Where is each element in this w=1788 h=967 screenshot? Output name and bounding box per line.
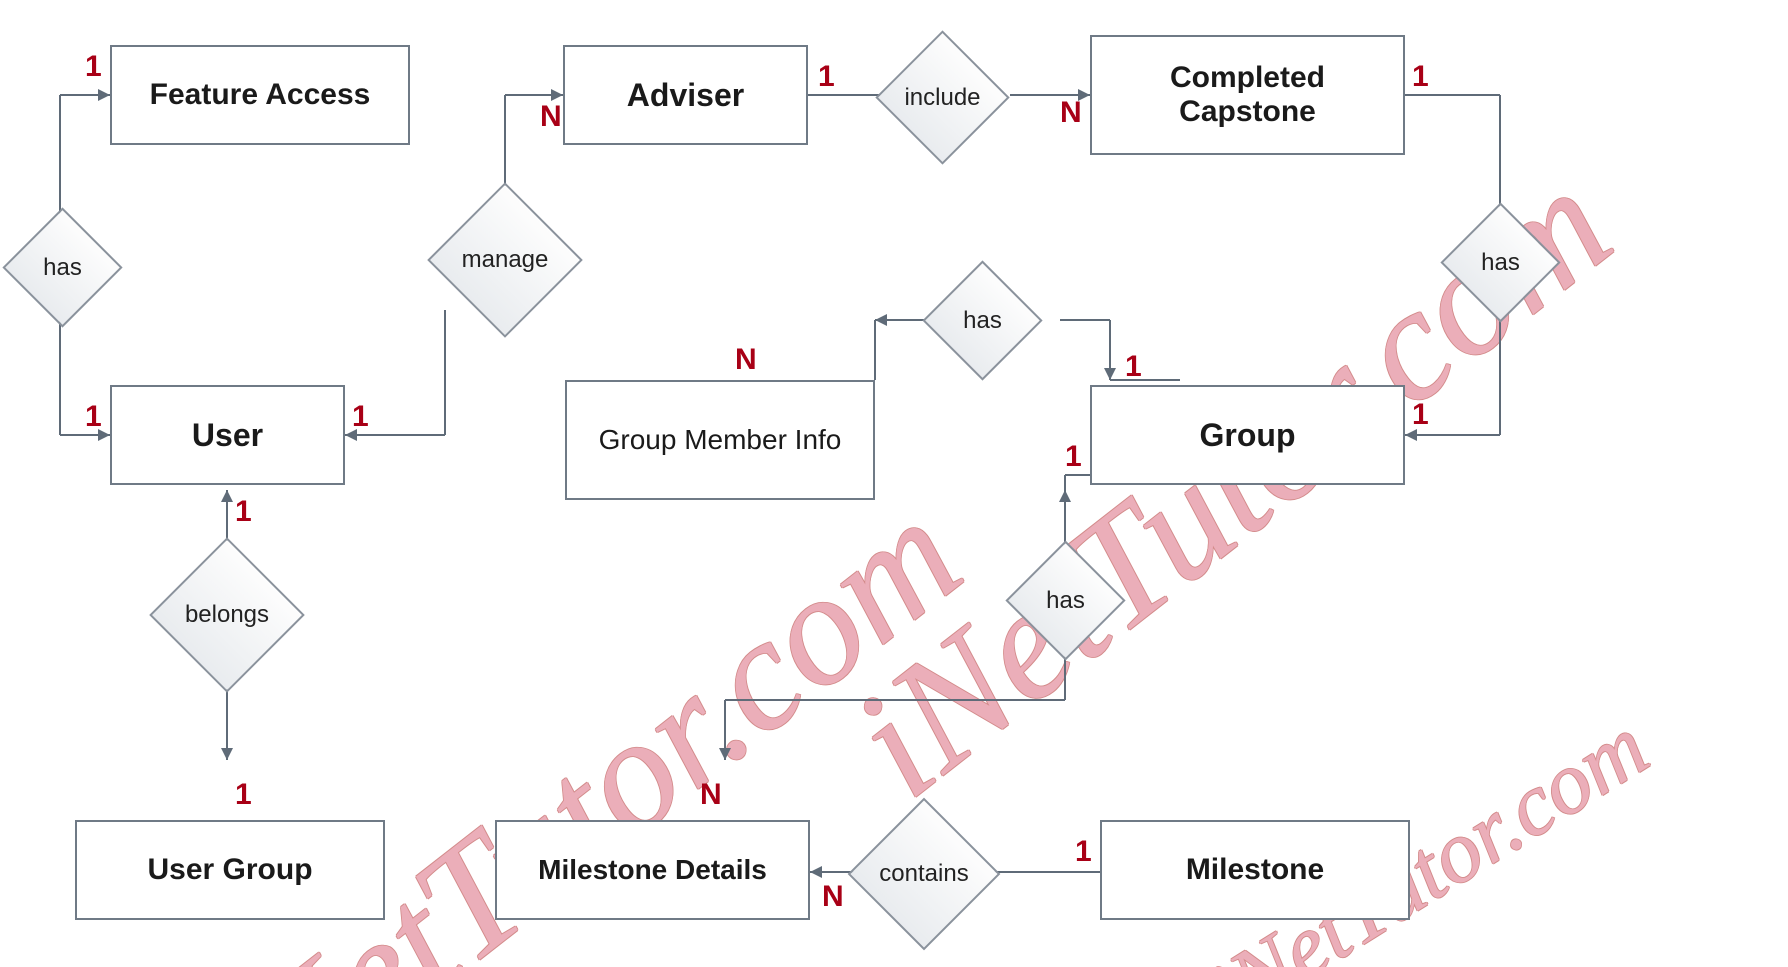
er-diagram-stage: iNetTutor.com iNetTutor.com iNetTutor.co…: [0, 0, 1788, 967]
rel-contains: contains: [870, 820, 978, 928]
card-fa-1: 1: [85, 50, 102, 84]
card-group-left-1: 1: [1065, 440, 1082, 474]
card-md-top-n: N: [700, 778, 722, 812]
rel-belongs: belongs: [172, 560, 282, 670]
entity-milestone: Milestone: [1100, 820, 1410, 920]
entity-user-group: User Group: [75, 820, 385, 920]
rel-manage: manage: [450, 205, 560, 315]
entity-group-member-info: Group Member Info: [565, 380, 875, 500]
entity-adviser: Adviser: [563, 45, 808, 145]
entity-milestone-details: Milestone Details: [495, 820, 810, 920]
entity-feature-access: Feature Access: [110, 45, 410, 145]
card-cc-n: N: [1060, 96, 1082, 130]
card-user-right-1: 1: [352, 400, 369, 434]
entity-group: Group: [1090, 385, 1405, 485]
card-gmi-n: N: [735, 343, 757, 377]
card-adv-1: 1: [818, 60, 835, 94]
rel-has-fa-user: has: [20, 225, 105, 310]
card-cc-1: 1: [1412, 60, 1429, 94]
rel-include: include: [895, 50, 990, 145]
rel-has-group-md: has: [1023, 558, 1108, 643]
rel-has-cc-group: has: [1458, 220, 1543, 305]
rel-has-gmi-group: has: [940, 278, 1025, 363]
card-ug-1: 1: [235, 778, 252, 812]
card-user-left-1: 1: [85, 400, 102, 434]
entity-user: User: [110, 385, 345, 485]
card-md-right-n: N: [822, 880, 844, 914]
card-user-bottom-1: 1: [235, 495, 252, 529]
entity-completed-capstone: Completed Capstone: [1090, 35, 1405, 155]
card-group-right-1: 1: [1412, 398, 1429, 432]
card-adv-n: N: [540, 100, 562, 134]
card-group-top-1: 1: [1125, 350, 1142, 384]
card-mile-1: 1: [1075, 835, 1092, 869]
